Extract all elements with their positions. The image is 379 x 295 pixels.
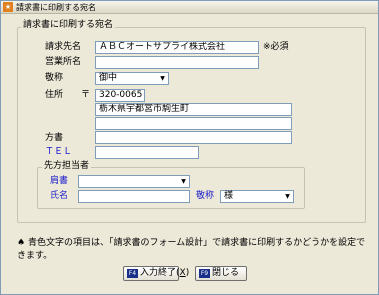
- spade-icon: ♠: [17, 238, 26, 248]
- close-label: 閉じる: [212, 268, 240, 278]
- dropdown-arrow-icon[interactable]: ▼: [282, 191, 293, 202]
- finish-input-button[interactable]: F4 入力終了(X): [123, 266, 189, 281]
- contact-honorific-select[interactable]: 様 ▼: [220, 190, 294, 203]
- customer-name-label: 請求先名: [45, 42, 82, 52]
- tel-label: ＴＥＬ: [45, 147, 73, 157]
- office-name-label: 営業所名: [45, 57, 82, 67]
- f4-key-icon: F4: [127, 269, 138, 278]
- info-note: ♠ 青色文字の項目は、「請求書のフォーム設計」で請求書に印刷するかどうかを設定で…: [17, 237, 367, 263]
- close-button[interactable]: F9 閉じる: [195, 266, 247, 281]
- honorific-select-value: 御中: [99, 73, 118, 83]
- finish-input-label: 入力終了(X): [140, 268, 190, 278]
- postal-mark: 〒: [81, 90, 91, 100]
- info-note-text: 青色文字の項目は、「請求書のフォーム設計」で請求書に印刷するかどうかを設定できま…: [17, 238, 366, 261]
- dropdown-arrow-icon[interactable]: ▼: [157, 73, 168, 84]
- katagaki-field[interactable]: [95, 131, 292, 144]
- app-star-icon: ★: [3, 2, 13, 12]
- address-line2-field[interactable]: [95, 117, 292, 130]
- contact-name-label: 氏名: [50, 191, 69, 201]
- window-title: 請求書に印刷する宛名: [16, 3, 96, 12]
- contact-honorific-value: 様: [224, 191, 234, 201]
- contact-group-caption: 先方担当者: [42, 161, 92, 172]
- postal-code-field[interactable]: 320-0065: [95, 89, 145, 102]
- contact-name-field[interactable]: [78, 190, 190, 203]
- required-note: ※必須: [263, 42, 289, 52]
- contact-title-label: 肩書: [50, 176, 69, 186]
- f9-key-icon: F9: [199, 269, 210, 278]
- katagaki-label: 方書: [45, 133, 64, 143]
- dropdown-arrow-icon[interactable]: ▼: [178, 176, 189, 187]
- office-name-field[interactable]: [95, 56, 259, 69]
- address-line1-field[interactable]: 栃木県宇都宮市駒生町: [95, 103, 292, 116]
- customer-name-field[interactable]: ＡＢＣオートサプライ株式会社: [95, 41, 259, 54]
- address-label: 住所: [45, 90, 64, 100]
- contact-title-select[interactable]: ▼: [78, 175, 190, 188]
- honorific-label: 敬称: [45, 73, 64, 83]
- honorific-select[interactable]: 御中 ▼: [95, 72, 169, 85]
- address-group-caption: 請求書に印刷する宛名: [21, 20, 116, 31]
- tel-field[interactable]: [95, 146, 199, 159]
- contact-honorific-label: 敬称: [196, 191, 215, 201]
- title-bar[interactable]: ★ 請求書に印刷する宛名: [1, 1, 378, 14]
- dialog-window: ★ 請求書に印刷する宛名 請求書に印刷する宛名 請求先名 ＡＢＣオートサプライ株…: [0, 0, 379, 295]
